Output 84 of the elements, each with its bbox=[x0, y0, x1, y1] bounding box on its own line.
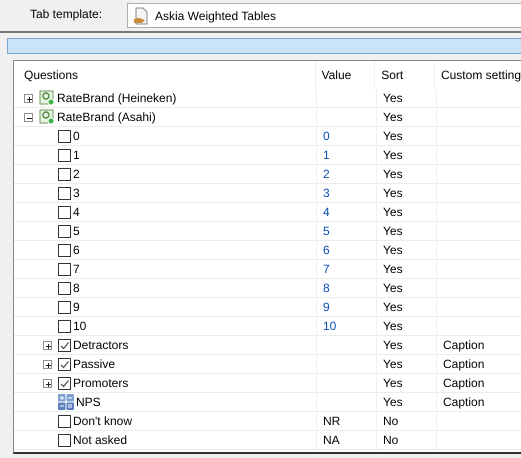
expander-icon[interactable] bbox=[24, 94, 33, 102]
table-cell-text: 3 bbox=[323, 185, 330, 202]
checkbox[interactable] bbox=[58, 168, 71, 180]
table-cell-text: Yes bbox=[383, 299, 403, 316]
row-label: 3 bbox=[73, 185, 80, 202]
checkbox[interactable] bbox=[58, 148, 71, 162]
row-label: RateBrand (Asahi) bbox=[57, 109, 156, 126]
checkbox[interactable] bbox=[58, 130, 71, 142]
table-cell-text: Yes bbox=[383, 280, 403, 297]
column-header[interactable]: Custom setting bbox=[440, 66, 521, 84]
checkbox[interactable] bbox=[58, 338, 71, 352]
row-label: RateBrand (Heineken) bbox=[57, 90, 176, 107]
field-label: Tab template: bbox=[29, 6, 104, 23]
table-cell-text: Yes bbox=[383, 261, 403, 278]
row-label: 4 bbox=[73, 204, 80, 221]
table-cell-text: 0 bbox=[323, 128, 330, 145]
table-cell-text: 8 bbox=[323, 280, 330, 297]
row-label: 5 bbox=[73, 223, 80, 240]
column-header[interactable]: Value bbox=[322, 66, 352, 84]
table-cell-text: Yes bbox=[383, 375, 403, 392]
table-cell-text: Caption bbox=[443, 375, 484, 392]
row-label: Not asked bbox=[73, 432, 128, 449]
table-cell-text: Caption bbox=[443, 356, 484, 373]
table-cell-text: Yes bbox=[383, 242, 403, 259]
row-label: Don't know bbox=[73, 413, 132, 430]
table-cell-text: Yes bbox=[383, 318, 403, 335]
expander-icon[interactable] bbox=[43, 360, 52, 368]
table-cell-text: 10 bbox=[323, 318, 336, 335]
row-label: 0 bbox=[73, 128, 80, 145]
checkbox[interactable] bbox=[58, 206, 71, 218]
template-field[interactable]: Askia Weighted Tables bbox=[127, 3, 521, 28]
checkbox[interactable] bbox=[58, 262, 71, 276]
checkbox[interactable] bbox=[58, 300, 71, 314]
table-cell-text: Yes bbox=[383, 128, 403, 145]
table-cell-text: Yes bbox=[383, 394, 403, 411]
table-cell-text: 2 bbox=[323, 166, 330, 183]
checkbox[interactable] bbox=[58, 244, 71, 256]
table-cell-text: 5 bbox=[323, 223, 330, 240]
table-cell-text: Caption bbox=[443, 394, 484, 411]
row-label: Promoters bbox=[73, 375, 128, 392]
checkbox[interactable] bbox=[58, 414, 71, 428]
checkbox[interactable] bbox=[58, 186, 71, 200]
table-cell-text: Yes bbox=[383, 356, 403, 373]
expander-icon[interactable] bbox=[43, 340, 52, 350]
table-cell-text: Yes bbox=[383, 109, 403, 126]
row-label: Detractors bbox=[73, 337, 128, 354]
table-cell-text: Yes bbox=[383, 166, 403, 183]
checkbox[interactable] bbox=[58, 434, 71, 446]
checkbox[interactable] bbox=[58, 224, 71, 238]
table-cell-text: No bbox=[383, 413, 398, 430]
row-label: 9 bbox=[73, 299, 80, 316]
expander-icon[interactable] bbox=[24, 112, 33, 122]
row-label: NPS bbox=[76, 394, 101, 411]
table-cell-text: Yes bbox=[383, 185, 403, 202]
table-cell-text: 4 bbox=[323, 204, 330, 221]
column-header[interactable]: Sort bbox=[381, 66, 404, 84]
table-cell-text: Yes bbox=[383, 337, 403, 354]
row-label: Passive bbox=[73, 356, 116, 373]
table-cell-text: Yes bbox=[383, 223, 403, 240]
checkbox[interactable] bbox=[58, 282, 71, 294]
calculator-icon bbox=[58, 394, 74, 410]
table-cell-text: 1 bbox=[323, 147, 330, 164]
row-label: 8 bbox=[73, 280, 80, 297]
row-label: 6 bbox=[73, 242, 80, 259]
table-cell-text: Yes bbox=[383, 90, 403, 107]
expander-icon[interactable] bbox=[43, 378, 52, 388]
table-cell-text: NA bbox=[323, 432, 340, 449]
table-cell-text: No bbox=[383, 432, 398, 449]
column-header[interactable]: Questions bbox=[24, 66, 78, 84]
row-label: 1 bbox=[73, 147, 80, 164]
checkbox[interactable] bbox=[58, 320, 71, 332]
table-cell-text: 7 bbox=[323, 261, 330, 278]
row-label: 2 bbox=[73, 166, 80, 183]
document-icon bbox=[132, 6, 150, 24]
table-cell-text: 9 bbox=[323, 299, 330, 316]
table-cell-text: Yes bbox=[383, 204, 403, 221]
table-cell-text: 6 bbox=[323, 242, 330, 259]
table-cell-text: Yes bbox=[383, 147, 403, 164]
table-cell-text: NR bbox=[323, 413, 340, 430]
table-cell-text: Caption bbox=[443, 337, 484, 354]
row-label: 10 bbox=[73, 318, 86, 335]
checkbox[interactable] bbox=[58, 358, 71, 370]
checkbox[interactable] bbox=[58, 376, 71, 390]
row-label: 7 bbox=[73, 261, 80, 278]
